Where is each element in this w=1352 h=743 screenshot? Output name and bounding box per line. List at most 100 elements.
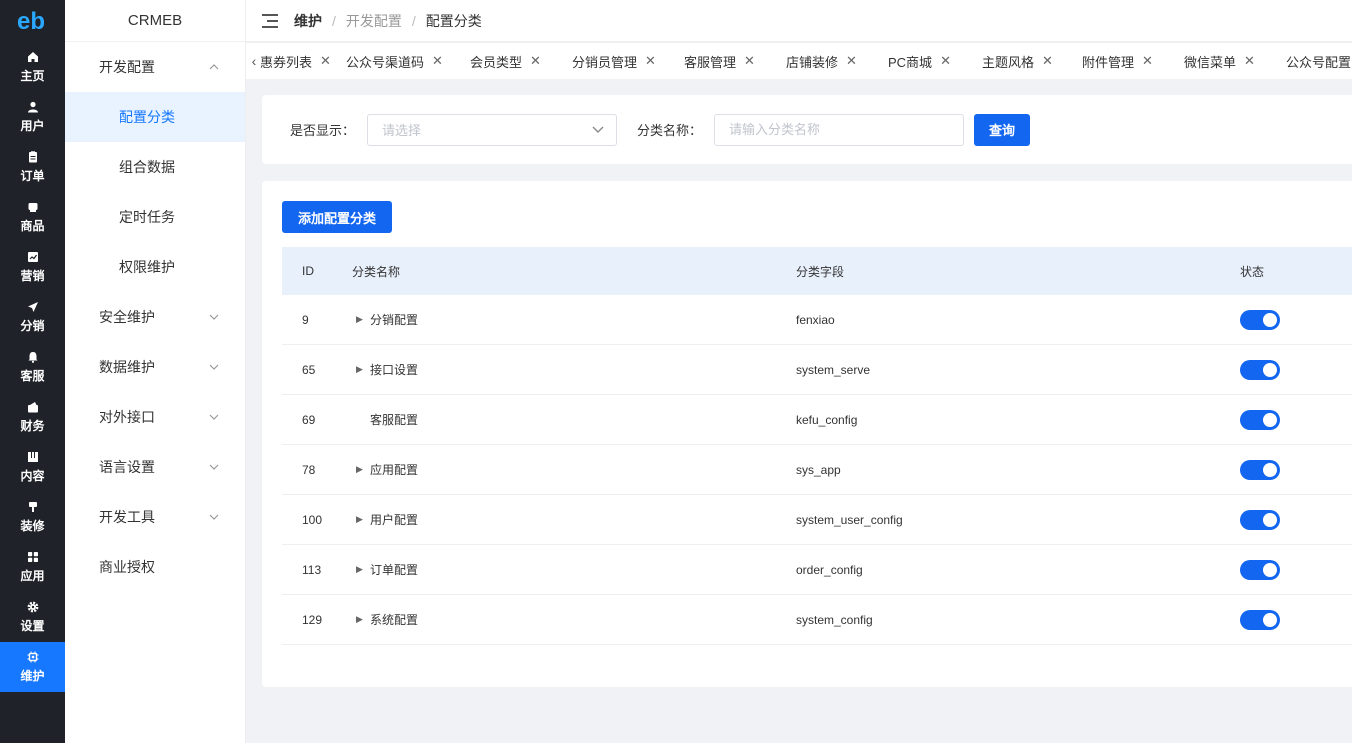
submenu-item[interactable]: 语言设置 (65, 442, 245, 492)
row-field: kefu_config (796, 412, 858, 427)
nav-item-label: 设置 (20, 619, 45, 633)
nav-item-settings[interactable]: 设置 (0, 592, 65, 642)
status-toggle[interactable] (1240, 509, 1280, 530)
close-icon[interactable]: ✕ (744, 53, 755, 69)
close-icon[interactable]: ✕ (432, 53, 443, 69)
category-name-input[interactable] (714, 113, 965, 146)
nav-item-maintenance[interactable]: 维护 (0, 642, 65, 692)
nav-item-decoration[interactable]: 装修 (0, 492, 65, 542)
home-icon (26, 50, 40, 64)
close-icon[interactable]: ✕ (940, 53, 951, 69)
close-icon[interactable]: ✕ (645, 53, 656, 69)
submenu-item[interactable]: 组合数据 (65, 142, 245, 192)
submenu-item[interactable]: 定时任务 (65, 192, 245, 242)
settings-icon (26, 600, 40, 614)
close-icon[interactable]: ✕ (1244, 53, 1255, 69)
nav-item-finance[interactable]: 财务 (0, 392, 65, 442)
close-icon[interactable]: ✕ (846, 53, 857, 69)
close-icon[interactable]: ✕ (530, 53, 541, 69)
add-category-button[interactable]: 添加配置分类 (282, 201, 393, 233)
submenu-item[interactable]: 商业授权 (65, 542, 245, 592)
submenu-item-label: 语言设置 (99, 459, 155, 475)
tabs-scroll-left-icon[interactable]: ‹ (248, 43, 260, 79)
close-icon[interactable]: ✕ (1042, 53, 1053, 69)
expand-caret-icon[interactable]: ▶ (356, 514, 370, 525)
page-tab[interactable]: 微信菜单 ✕ (1170, 43, 1272, 79)
submenu-item[interactable]: 数据维护 (65, 342, 245, 392)
expand-caret-icon[interactable]: ▶ (356, 314, 370, 325)
nav-item-order[interactable]: 订单 (0, 142, 65, 192)
expand-caret-icon[interactable]: ▶ (356, 614, 370, 625)
submenu-item-label: 权限维护 (119, 259, 175, 275)
row-id: 9 (302, 312, 309, 327)
page-tab-label: 公众号渠道码 (346, 54, 425, 70)
goods-icon (26, 200, 40, 214)
submenu-item[interactable]: 开发工具 (65, 492, 245, 542)
user-icon (26, 100, 40, 114)
submenu-item[interactable]: 权限维护 (65, 242, 245, 292)
chevron-down-icon (209, 512, 219, 522)
service-icon (26, 350, 40, 364)
nav-item-distribution[interactable]: 分销 (0, 292, 65, 342)
close-icon[interactable]: ✕ (320, 53, 331, 69)
logo[interactable]: eb (0, 0, 65, 42)
breadcrumb-item[interactable]: 开发配置 (346, 11, 402, 31)
row-name: 订单配置 (370, 563, 419, 577)
status-toggle[interactable] (1240, 559, 1280, 580)
expand-caret-icon[interactable]: ▶ (356, 464, 370, 475)
status-toggle[interactable] (1240, 359, 1280, 380)
nav-item-goods[interactable]: 商品 (0, 192, 65, 242)
submenu-item-label: 商业授权 (99, 559, 155, 575)
status-toggle[interactable] (1240, 459, 1280, 480)
nav-item-marketing[interactable]: 营销 (0, 242, 65, 292)
config-category-table: ID 分类名称 分类字段 状态 9 ▶ 分销配置 fenxiao 65 ▶ 接口设置 syst… (282, 247, 1352, 645)
table-row: 9 ▶ 分销配置 fenxiao (282, 295, 1352, 345)
page-tab[interactable]: 公众号渠道码 ✕ (332, 43, 456, 79)
distribution-icon (26, 300, 40, 314)
table-row: 100 ▶ 用户配置 system_user_config (282, 495, 1352, 545)
nav-item-label: 应用 (20, 569, 45, 583)
submenu-item[interactable]: 安全维护 (65, 292, 245, 342)
page-tab[interactable]: 附件管理 ✕ (1068, 43, 1170, 79)
submenu-item[interactable]: 对外接口 (65, 392, 245, 442)
order-icon (26, 150, 40, 164)
page-tab[interactable]: 分销员管理 ✕ (558, 43, 670, 79)
expand-caret-icon[interactable]: ▶ (356, 364, 370, 375)
status-toggle[interactable] (1240, 309, 1280, 330)
row-name: 分销配置 (370, 313, 419, 327)
show-filter-label: 是否显示： (290, 123, 356, 138)
menu-toggle-icon[interactable] (262, 13, 278, 28)
page-tab-label: 会员类型 (470, 54, 523, 70)
nav-item-user[interactable]: 用户 (0, 92, 65, 142)
submenu-item[interactable]: 开发配置 (65, 42, 245, 92)
close-icon[interactable]: ✕ (1142, 53, 1153, 69)
submenu-item-label: 定时任务 (119, 209, 175, 225)
nav-item-apps[interactable]: 应用 (0, 542, 65, 592)
table-header: ID 分类名称 分类字段 状态 (282, 247, 1352, 295)
page-tab[interactable]: PC商城 ✕ (874, 43, 968, 79)
page-tab[interactable]: 惠券列表 ✕ (260, 43, 332, 79)
status-toggle[interactable] (1240, 409, 1280, 430)
page-tab[interactable]: 主题风格 ✕ (968, 43, 1068, 79)
submenu-item[interactable]: 配置分类 (65, 92, 245, 142)
nav-item-content[interactable]: 内容 (0, 442, 65, 492)
page-tab-label: 分销员管理 (572, 54, 638, 70)
header-name: 分类名称 (352, 264, 401, 279)
nav-item-service[interactable]: 客服 (0, 342, 65, 392)
nav-item-home[interactable]: 主页 (0, 42, 65, 92)
breadcrumb-item[interactable]: 维护 (294, 11, 322, 31)
breadcrumb: 维护 / 开发配置 / 配置分类 (294, 11, 482, 31)
page-tab[interactable]: 店铺装修 ✕ (772, 43, 874, 79)
query-button[interactable]: 查询 (974, 113, 1031, 146)
page-tab[interactable]: 客服管理 ✕ (670, 43, 772, 79)
status-toggle[interactable] (1240, 609, 1280, 630)
svg-text:eb: eb (17, 10, 45, 32)
page-tab[interactable]: 会员类型 ✕ (456, 43, 558, 79)
row-field: system_serve (796, 362, 871, 377)
show-filter-select[interactable]: 请选择 (367, 113, 618, 146)
page-tab[interactable]: 公众号配置 (1272, 43, 1352, 79)
expand-caret-icon[interactable]: ▶ (356, 564, 370, 575)
breadcrumb-item-current: 配置分类 (425, 12, 482, 29)
page-tab-label: 客服管理 (684, 54, 737, 70)
row-field: system_config (796, 612, 873, 627)
